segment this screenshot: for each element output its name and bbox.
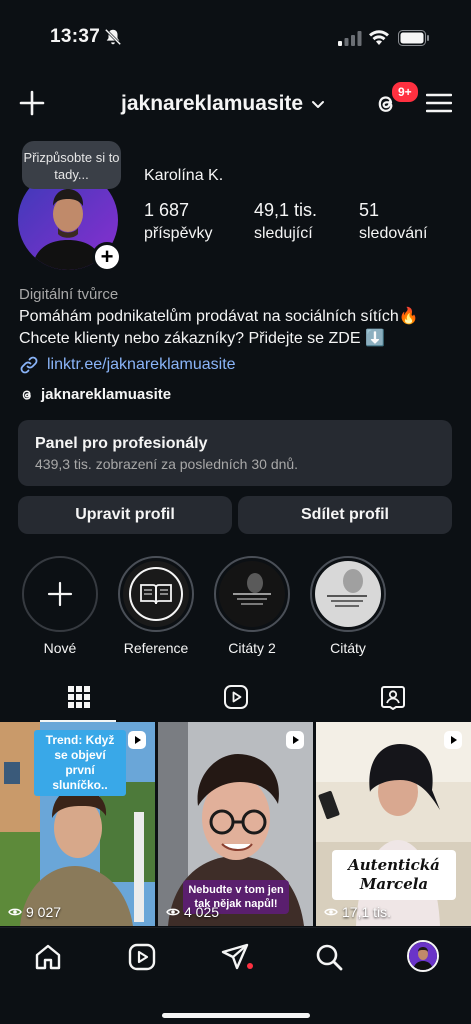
eye-icon — [166, 908, 180, 916]
tab-grid[interactable] — [0, 672, 157, 722]
book-icon — [123, 561, 189, 627]
profile-header: jaknareklamuasite 9+ — [0, 78, 471, 130]
stat-followers[interactable]: 49,1 tis. sledující — [254, 200, 317, 243]
bell-off-icon — [104, 28, 122, 46]
highlight-citaty-2[interactable]: Citáty 2 — [212, 556, 292, 656]
threads-profile-link[interactable]: jaknareklamuasite — [19, 386, 171, 403]
view-count-text: 9 027 — [26, 904, 62, 920]
profile-bio: Digitální tvůrce Pomáhám podnikatelům pr… — [19, 284, 459, 376]
reel-indicator-icon — [444, 731, 462, 749]
highlight-cover — [315, 561, 381, 627]
search-icon[interactable] — [314, 942, 344, 972]
highlight-new[interactable]: Nové — [20, 556, 100, 656]
highlight-label: Citáty 2 — [228, 640, 276, 656]
post-caption: Trend: Když se objeví první sluníčko.. — [34, 730, 126, 796]
grid-icon — [67, 686, 90, 708]
post-tile[interactable]: Trend: Když se objeví první sluníčko.. 9… — [0, 722, 155, 926]
new-highlight-ring — [22, 556, 98, 632]
threads-icon — [22, 390, 31, 400]
stat-following[interactable]: 51 sledování — [359, 200, 428, 243]
eye-icon — [8, 908, 22, 916]
view-count: 17,1 tis. — [324, 904, 391, 920]
tagged-icon — [380, 686, 405, 710]
post-caption: Autentická Marcela — [332, 850, 456, 900]
profile-tabs — [0, 672, 471, 722]
share-profile-button[interactable]: Sdílet profil — [238, 496, 452, 534]
highlight-label: Reference — [123, 640, 189, 656]
display-name: Karolína K. — [144, 167, 224, 184]
stat-value: 49,1 tis. — [254, 200, 318, 220]
home-indicator — [162, 1013, 310, 1018]
highlight-ring — [118, 556, 194, 632]
stat-posts[interactable]: 1 687 příspěvky — [144, 200, 212, 243]
view-count: 4 025 — [166, 904, 219, 920]
highlight-cover — [219, 561, 285, 627]
messages-icon[interactable] — [220, 942, 250, 972]
status-time: 13:37 — [50, 26, 101, 47]
link-icon — [20, 356, 38, 374]
tab-tagged[interactable] — [314, 672, 471, 722]
status-bar: 13:37 — [0, 0, 471, 74]
post-tile[interactable]: Nebudte v tom jen tak nějak napůl! 4 025 — [158, 722, 313, 926]
account-switcher[interactable]: jaknareklamuasite — [121, 90, 325, 118]
add-story-plus-icon[interactable]: + — [92, 242, 122, 272]
bio-line: Pomáhám podnikatelům prodávat na sociáln… — [19, 308, 419, 325]
chevron-down-icon — [312, 101, 325, 108]
stat-label: příspěvky — [144, 225, 213, 242]
bio-line: Chcete klienty nebo zákazníky? Přidejte … — [19, 330, 385, 347]
edit-profile-button[interactable]: Upravit profil — [18, 496, 232, 534]
customize-tooltip[interactable]: Přizpůsobte si to tady... — [22, 141, 121, 189]
panel-subtitle: 439,3 tis. zobrazení za posledních 30 dn… — [35, 456, 299, 472]
tab-reels[interactable] — [157, 672, 314, 722]
bio-link[interactable]: linktr.ee/jaknareklamuasite — [19, 354, 459, 376]
highlight-label: Citáty — [330, 640, 366, 656]
stat-label: sledování — [359, 225, 428, 242]
professional-dashboard[interactable]: Panel pro profesionály 439,3 tis. zobraz… — [18, 420, 452, 486]
highlight-label: Nové — [43, 640, 77, 656]
eye-icon — [324, 908, 338, 916]
highlight-ring — [214, 556, 290, 632]
post-grid: Trend: Když se objeví první sluníčko.. 9… — [0, 722, 471, 926]
profile-avatar[interactable] — [407, 940, 439, 972]
post-tile[interactable]: Autentická Marcela 17,1 tis. — [316, 722, 471, 926]
home-icon[interactable] — [33, 942, 63, 972]
reels-icon — [223, 685, 248, 709]
menu-icon[interactable] — [426, 92, 452, 114]
story-highlights: Nové Reference Citáty 2 Citáty — [0, 556, 471, 656]
highlight-ring — [310, 556, 386, 632]
unread-dot — [247, 963, 253, 969]
threads-handle-text: jaknareklamuasite — [41, 386, 172, 403]
bottom-navigation — [0, 927, 471, 1024]
view-count-text: 4 025 — [184, 904, 220, 920]
notification-badge[interactable]: 9+ — [390, 80, 420, 104]
reel-indicator-icon — [128, 731, 146, 749]
view-count-text: 17,1 tis. — [342, 904, 392, 920]
stat-label: sledující — [254, 225, 313, 242]
bio-category: Digitální tvůrce — [19, 286, 119, 303]
create-plus-icon[interactable] — [18, 89, 46, 117]
reels-icon[interactable] — [127, 942, 157, 972]
stat-value: 51 — [359, 200, 380, 220]
reel-indicator-icon — [286, 731, 304, 749]
highlight-reference[interactable]: Reference — [116, 556, 196, 656]
view-count: 9 027 — [8, 904, 61, 920]
highlight-cover — [123, 561, 189, 627]
plus-icon — [47, 581, 73, 607]
profile-stats: 1 687 příspěvky 49,1 tis. sledující 51 s… — [144, 200, 454, 246]
bio-link-text: linktr.ee/jaknareklamuasite — [47, 356, 236, 373]
stat-value: 1 687 — [144, 200, 190, 220]
wifi-icon — [369, 30, 389, 45]
signal-icon — [338, 31, 362, 46]
username: jaknareklamuasite — [121, 92, 304, 115]
battery-icon — [398, 30, 429, 46]
highlight-citaty[interactable]: Citáty — [308, 556, 388, 656]
panel-title: Panel pro profesionály — [35, 435, 208, 452]
